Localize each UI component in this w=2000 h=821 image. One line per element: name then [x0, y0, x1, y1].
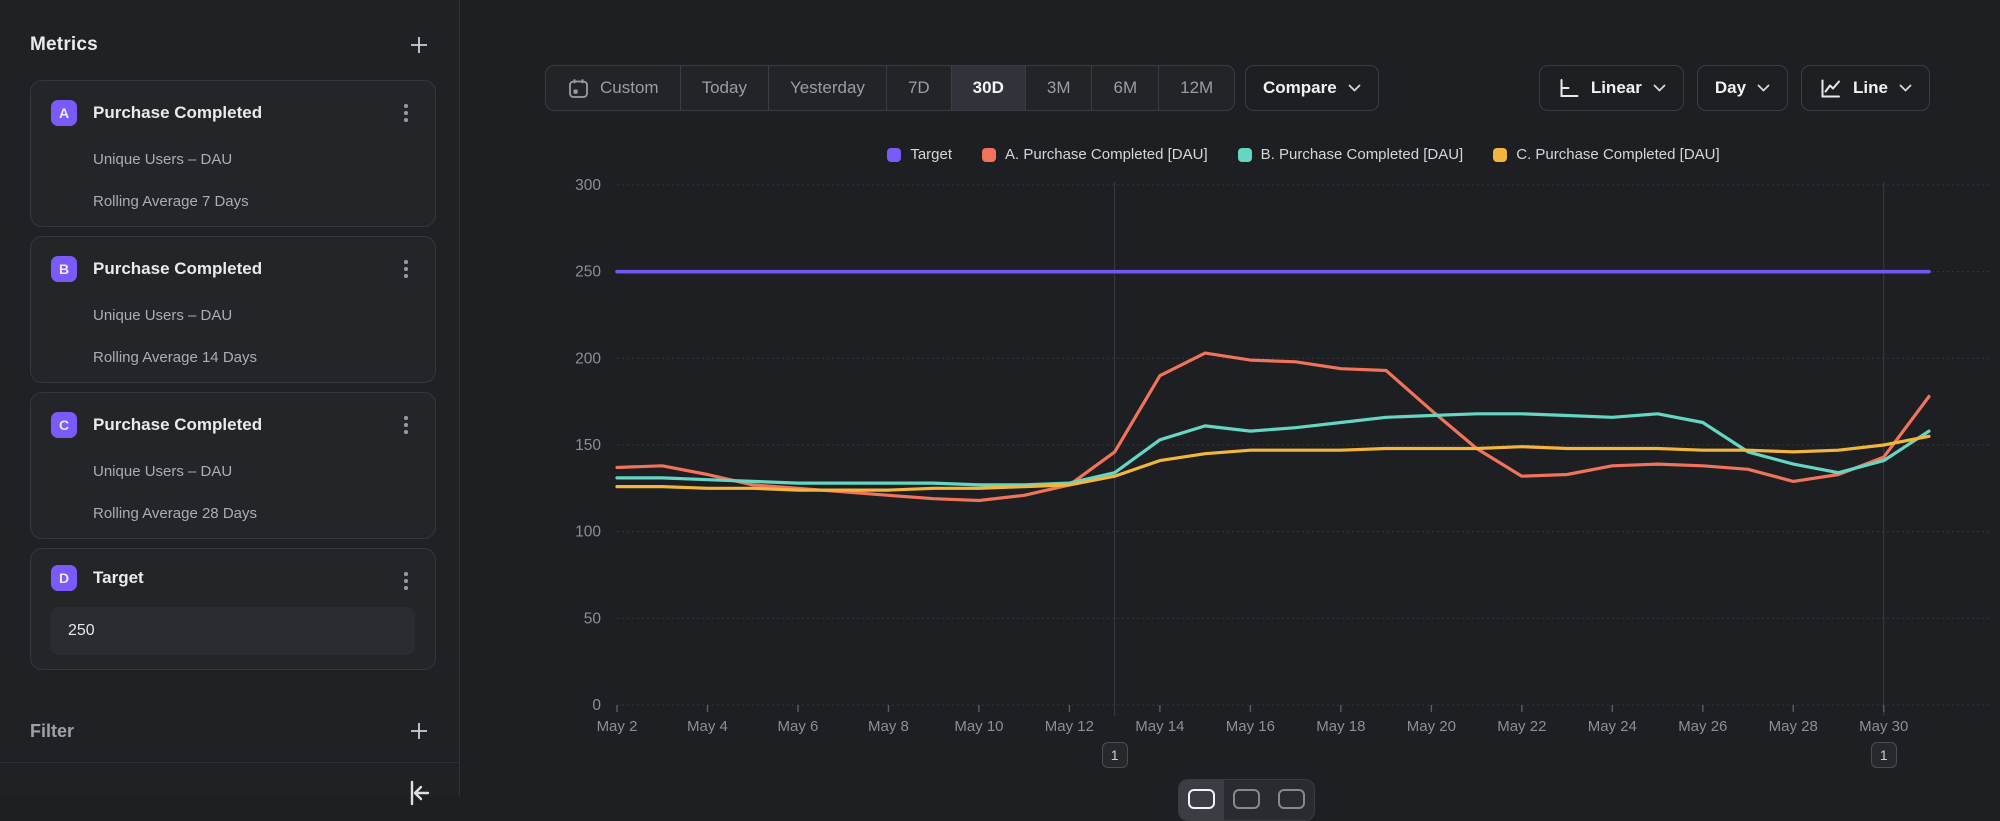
metric-card[interactable]: C Purchase Completed Unique Users – DAU …	[30, 392, 436, 539]
svg-text:May 20: May 20	[1407, 718, 1456, 735]
svg-text:May 12: May 12	[1045, 718, 1094, 735]
metric-menu-button[interactable]	[393, 256, 419, 282]
metric-badge: B	[51, 256, 77, 282]
sidebar-divider	[0, 762, 459, 763]
metrics-title: Metrics	[30, 34, 98, 56]
metric-transform: Rolling Average 14 Days	[93, 349, 415, 366]
chart-view-icon	[1188, 789, 1215, 809]
panel-view-icon	[1233, 789, 1260, 809]
metric-measure: Unique Users – DAU	[93, 463, 415, 480]
chart-panel: CustomTodayYesterday7D30D3M6M12M Compare…	[460, 0, 2000, 796]
metric-badge: A	[51, 100, 77, 126]
add-metric-button[interactable]	[408, 34, 430, 56]
svg-text:100: 100	[575, 524, 601, 541]
svg-text:250: 250	[575, 264, 601, 281]
collapse-sidebar-button[interactable]	[403, 778, 433, 808]
metric-transform: Rolling Average 7 Days	[93, 193, 415, 210]
svg-text:May 24: May 24	[1588, 718, 1637, 735]
target-value-input[interactable]: 250	[51, 607, 415, 655]
svg-text:May 28: May 28	[1769, 718, 1818, 735]
view-toggle	[1178, 779, 1315, 821]
metric-card[interactable]: B Purchase Completed Unique Users – DAU …	[30, 236, 436, 383]
panel-view-toggle-button[interactable]	[1224, 780, 1269, 820]
chart-view-toggle-button[interactable]	[1179, 780, 1224, 820]
target-badge: D	[51, 565, 77, 591]
metric-title: Purchase Completed	[93, 259, 262, 279]
svg-text:0: 0	[592, 697, 601, 714]
series-line	[617, 353, 1929, 500]
svg-text:May 14: May 14	[1135, 718, 1184, 735]
plus-icon	[408, 720, 430, 742]
metric-transform: Rolling Average 28 Days	[93, 505, 415, 522]
svg-text:May 30: May 30	[1859, 718, 1908, 735]
target-title: Target	[93, 568, 144, 588]
annotation-badge[interactable]: 1	[1871, 742, 1897, 768]
svg-text:300: 300	[575, 177, 601, 194]
add-filter-button[interactable]	[408, 720, 430, 742]
collapse-left-icon	[403, 778, 433, 808]
filter-section: Filter	[30, 720, 436, 742]
metric-badge: C	[51, 412, 77, 438]
svg-text:May 26: May 26	[1678, 718, 1727, 735]
table-view-toggle-button[interactable]	[1269, 780, 1314, 820]
filter-title: Filter	[30, 721, 74, 742]
svg-text:May 2: May 2	[597, 718, 638, 735]
target-card[interactable]: D Target 250	[30, 548, 436, 670]
metric-measure: Unique Users – DAU	[93, 307, 415, 324]
svg-text:May 4: May 4	[687, 718, 728, 735]
analytics-dashboard: { "sidebar": { "title": "Metrics", "metr…	[0, 0, 2000, 796]
svg-text:50: 50	[584, 610, 602, 627]
metric-measure: Unique Users – DAU	[93, 151, 415, 168]
metric-menu-button[interactable]	[393, 412, 419, 438]
metric-card-list: A Purchase Completed Unique Users – DAU …	[30, 80, 436, 539]
metrics-sidebar: Metrics A Purchase Completed Unique User…	[0, 0, 460, 796]
annotation-badge[interactable]: 1	[1102, 742, 1128, 768]
svg-text:May 8: May 8	[868, 718, 909, 735]
metric-title: Purchase Completed	[93, 415, 262, 435]
metric-title: Purchase Completed	[93, 103, 262, 123]
plus-icon	[408, 34, 430, 56]
svg-text:May 22: May 22	[1497, 718, 1546, 735]
svg-text:May 18: May 18	[1316, 718, 1365, 735]
line-chart[interactable]: 0 50 100 150 200 250 300 May 2 May 4 May 6 May 8 Ma…	[460, 0, 2000, 796]
metrics-header: Metrics	[30, 26, 436, 64]
svg-text:May 6: May 6	[778, 718, 819, 735]
svg-text:150: 150	[575, 437, 601, 454]
target-menu-button[interactable]	[393, 568, 419, 594]
metric-card[interactable]: A Purchase Completed Unique Users – DAU …	[30, 80, 436, 227]
svg-text:May 10: May 10	[954, 718, 1003, 735]
metric-menu-button[interactable]	[393, 100, 419, 126]
svg-text:May 16: May 16	[1226, 718, 1275, 735]
svg-text:200: 200	[575, 350, 601, 367]
table-view-icon	[1278, 789, 1305, 809]
